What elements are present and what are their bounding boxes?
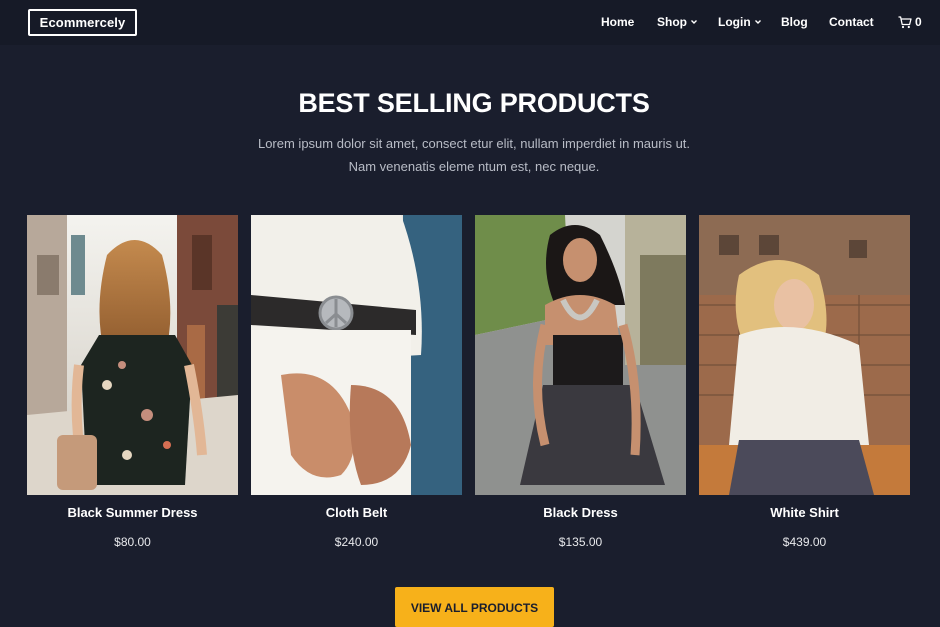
product-name[interactable]: Cloth Belt [251, 505, 462, 520]
product-image[interactable] [699, 215, 910, 495]
nav-blog-link[interactable]: Blog [781, 14, 808, 30]
chevron-down-icon [691, 20, 697, 24]
product-card: Cloth Belt $240.00 [251, 215, 462, 555]
product-image[interactable] [475, 215, 686, 495]
product-image[interactable] [251, 215, 462, 495]
cart-button[interactable]: 0 [898, 14, 922, 30]
shopping-cart-icon [898, 15, 912, 28]
top-navbar: Ecommercely Home Shop Login Blog Contact… [0, 0, 940, 45]
nav-shop-label: Shop [657, 15, 687, 29]
product-card: Black Dress $135.00 [475, 215, 686, 555]
product-price: $135.00 [558, 535, 603, 549]
brand-logo[interactable]: Ecommercely [28, 9, 137, 36]
view-all-products-button[interactable]: VIEW ALL PRODUCTS [395, 587, 554, 627]
product-card: White Shirt $439.00 [699, 215, 910, 555]
section-subtitle-line1: Lorem ipsum dolor sit amet, consect etur… [257, 136, 691, 151]
product-name[interactable]: Black Summer Dress [27, 505, 238, 520]
nav-login-menu[interactable]: Login [718, 14, 762, 30]
nav-contact-link[interactable]: Contact [829, 14, 874, 30]
cart-count: 0 [915, 15, 922, 29]
product-price: $80.00 [114, 535, 151, 549]
nav-login-label: Login [718, 15, 751, 29]
product-price: $439.00 [782, 535, 827, 549]
section-title: BEST SELLING PRODUCTS [298, 88, 650, 118]
nav-shop-menu[interactable]: Shop [657, 14, 698, 30]
product-price: $240.00 [334, 535, 379, 549]
product-name[interactable]: White Shirt [699, 505, 910, 520]
product-name[interactable]: Black Dress [475, 505, 686, 520]
chevron-down-icon [754, 20, 761, 24]
product-card: Black Summer Dress $80.00 [27, 215, 238, 555]
section-subtitle-line2: Nam venenatis eleme ntum est, nec neque. [348, 159, 600, 174]
product-image[interactable] [27, 215, 238, 495]
nav-home-link[interactable]: Home [601, 14, 634, 30]
